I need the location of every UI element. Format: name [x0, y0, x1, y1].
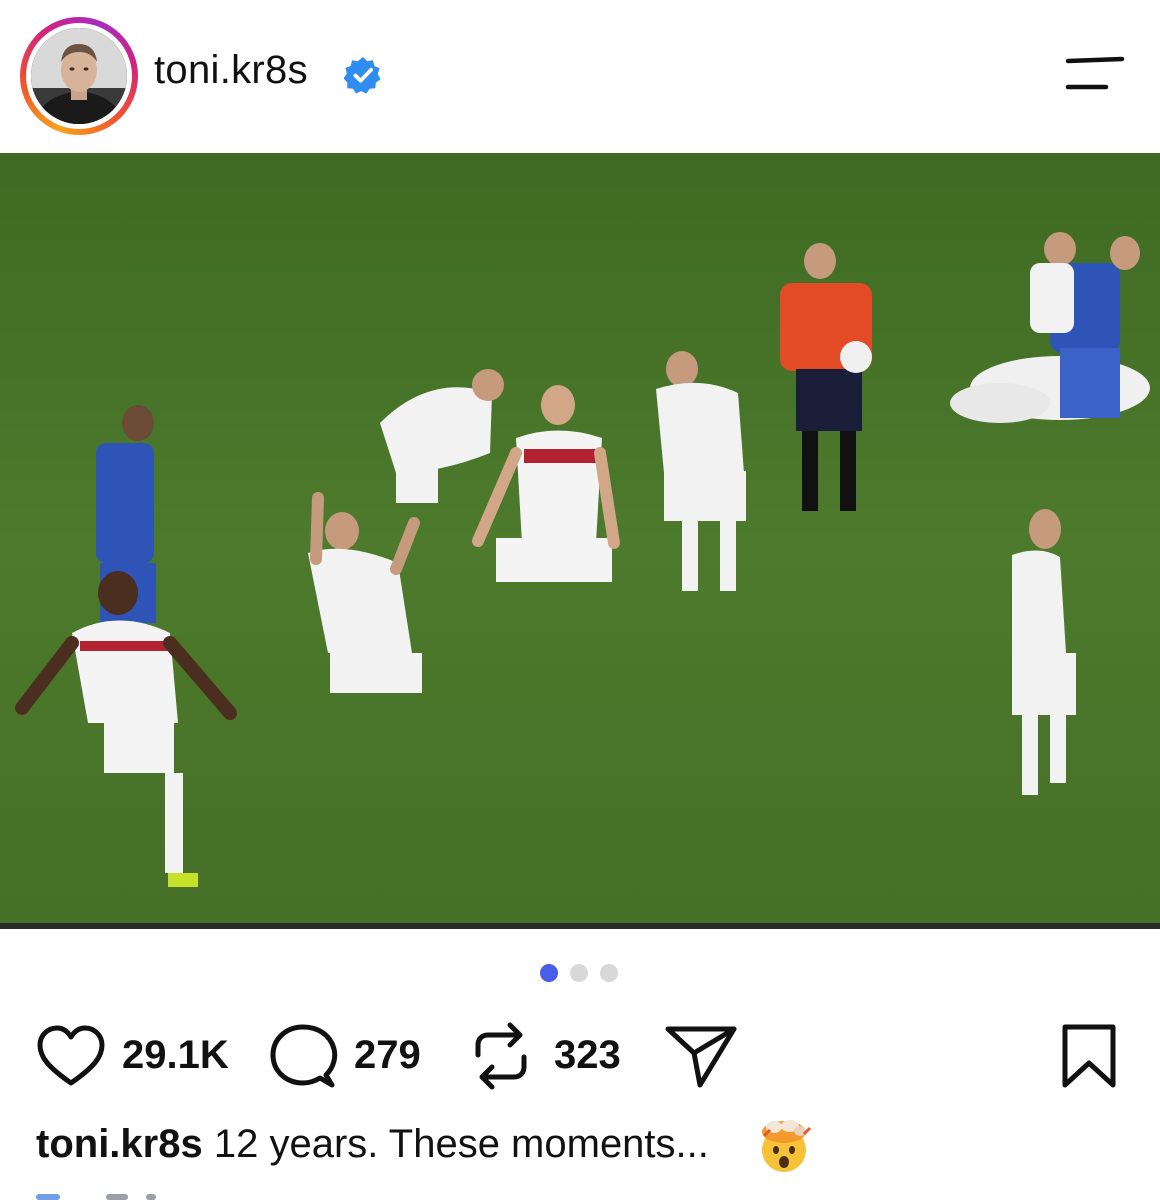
send-icon	[665, 1026, 737, 1088]
verified-badge-icon	[344, 56, 381, 94]
story-ring[interactable]	[20, 17, 138, 135]
comment-button[interactable]: 279	[268, 1015, 438, 1095]
save-button[interactable]	[1060, 1015, 1120, 1095]
like-count: 29.1K	[122, 1033, 229, 1077]
repost-button[interactable]: 323	[468, 1015, 638, 1095]
menu-icon[interactable]	[1060, 55, 1128, 95]
carousel-dot-active[interactable]	[540, 964, 558, 982]
caption-username[interactable]: toni.kr8s	[36, 1122, 203, 1166]
action-bar: 29.1K 279 323	[0, 1015, 1160, 1095]
exploding-head-emoji-icon	[762, 1120, 812, 1172]
caption-text: 12 years. These moments...	[213, 1122, 709, 1166]
comment-count: 279	[354, 1033, 421, 1077]
repost-icon	[475, 1022, 527, 1090]
like-button[interactable]: 29.1K	[36, 1015, 236, 1095]
carousel-dot[interactable]	[570, 964, 588, 982]
next-line-peek	[36, 1194, 156, 1200]
carousel-dot[interactable]	[600, 964, 618, 982]
bookmark-icon	[1062, 1024, 1116, 1088]
heart-icon	[37, 1025, 105, 1086]
post-header: toni.kr8s	[0, 0, 1160, 150]
post-image[interactable]	[0, 153, 1160, 929]
avatar[interactable]	[31, 28, 127, 124]
comment-icon	[270, 1024, 338, 1088]
caption: toni.kr8s 12 years. These moments...	[36, 1122, 709, 1167]
share-button[interactable]	[664, 1015, 744, 1095]
username[interactable]: toni.kr8s	[154, 48, 308, 93]
repost-count: 323	[554, 1033, 621, 1077]
football-celebration-photo	[0, 153, 1160, 929]
